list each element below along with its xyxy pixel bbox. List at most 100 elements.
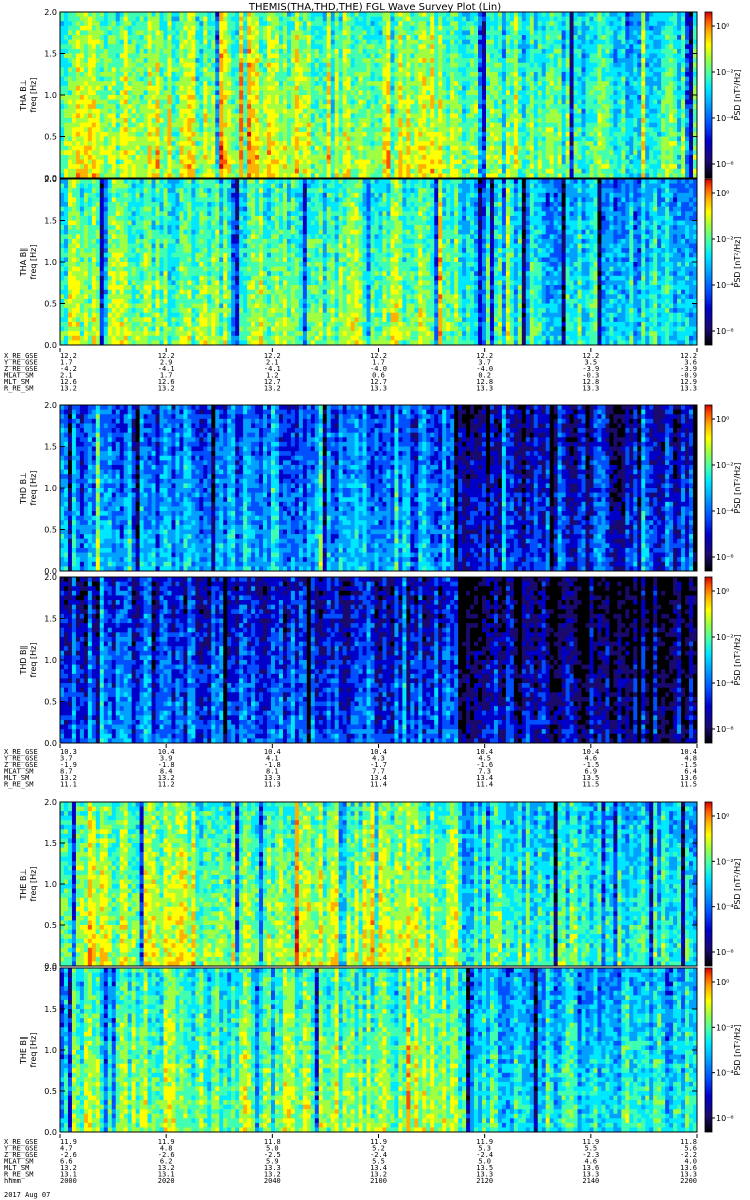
heatmap-cell [438,53,443,59]
heatmap-cell [155,145,160,151]
heatmap-cell [167,85,172,91]
heatmap-cell [549,168,555,174]
heatmap-cell [67,154,73,160]
heatmap-cell [366,12,371,18]
heatmap-cell [282,168,288,174]
heatmap-cell [318,122,324,128]
heatmap-cell [123,122,129,128]
heatmap-cell [418,118,423,124]
heatmap-cell [577,145,582,151]
heatmap-cell [577,81,582,87]
heatmap-cell [398,164,403,170]
heatmap-cell [605,90,610,96]
heatmap-cell [489,154,495,160]
heatmap-cell [462,154,467,160]
heatmap-cell [227,108,232,114]
heatmap-cell [63,118,69,124]
heatmap-cell [215,25,220,31]
heatmap-cell [489,141,495,147]
heatmap-cell [466,122,471,128]
heatmap-cell [278,113,284,119]
heatmap-cell [235,81,240,87]
heatmap-cell [561,53,567,59]
heatmap-cell [251,136,256,142]
heatmap-cell [410,99,415,105]
heatmap-cell [474,141,479,147]
heatmap-cell [418,90,423,96]
heatmap-cell [418,168,423,174]
heatmap-cell [103,122,109,128]
heatmap-cell [207,85,212,91]
heatmap-cell [454,71,459,77]
heatmap-cell [227,30,232,36]
heatmap-cell [593,39,598,45]
heatmap-cell [589,35,594,41]
heatmap-cell [346,159,352,165]
heatmap-cell [521,62,527,68]
heatmap-cell [330,44,336,50]
heatmap-cell [438,58,443,64]
heatmap-cell [466,99,471,105]
heatmap-cell [139,44,145,50]
heatmap-cell [529,154,535,160]
heatmap-cell [553,25,559,31]
heatmap-cell [474,35,479,41]
heatmap-cell [95,122,101,128]
heatmap-cell [314,35,320,41]
heatmap-cell [243,81,248,87]
heatmap-cell [402,25,407,31]
heatmap-cell [60,12,65,18]
heatmap-cell [91,150,97,156]
heatmap-cell [298,16,304,22]
heatmap-cell [151,53,156,59]
heatmap-cell [553,145,559,151]
heatmap-cell [271,53,276,59]
heatmap-cell [585,58,590,64]
heatmap-cell [374,39,379,45]
heatmap-cell [135,76,141,82]
heatmap-cell [470,44,475,50]
heatmap-cell [115,141,121,147]
heatmap-cell [446,164,451,170]
heatmap-cell [585,90,590,96]
heatmap-cell [493,12,499,18]
heatmap-cell [422,21,427,27]
heatmap-cell [326,127,332,133]
heatmap-cell [422,12,427,18]
heatmap-cell [99,16,105,22]
heatmap-cell [358,99,363,105]
heatmap-cell [362,118,367,124]
heatmap-cell [374,21,379,27]
heatmap-cell [247,154,252,160]
heatmap-cell [171,81,176,87]
heatmap-cell [470,122,475,128]
heatmap-cell [278,154,284,160]
heatmap-cell [302,168,308,174]
heatmap-cell [509,44,515,50]
heatmap-cell [115,21,121,27]
heatmap-cell [87,168,93,174]
heatmap-cell [83,21,89,27]
heatmap-cell [573,48,578,54]
heatmap-cell [525,16,531,22]
heatmap-cell [219,136,224,142]
heatmap-cell [446,90,451,96]
heatmap-cell [107,159,113,165]
heatmap-cell [478,164,483,170]
heatmap-cell [271,21,276,27]
heatmap-cell [533,90,539,96]
heatmap-cell [342,154,348,160]
heatmap-cell [175,108,180,114]
heatmap-cell [131,159,137,165]
heatmap-cell [513,131,519,137]
heatmap-cell [597,154,602,160]
heatmap-cell [497,150,503,156]
heatmap-cell [211,131,216,137]
heatmap-cell [450,16,455,22]
heatmap-cell [243,159,248,165]
heatmap-cell [446,53,451,59]
heatmap-cell [501,159,507,165]
heatmap-cell [593,113,598,119]
heatmap-cell [111,85,117,91]
heatmap-cell [267,131,272,137]
